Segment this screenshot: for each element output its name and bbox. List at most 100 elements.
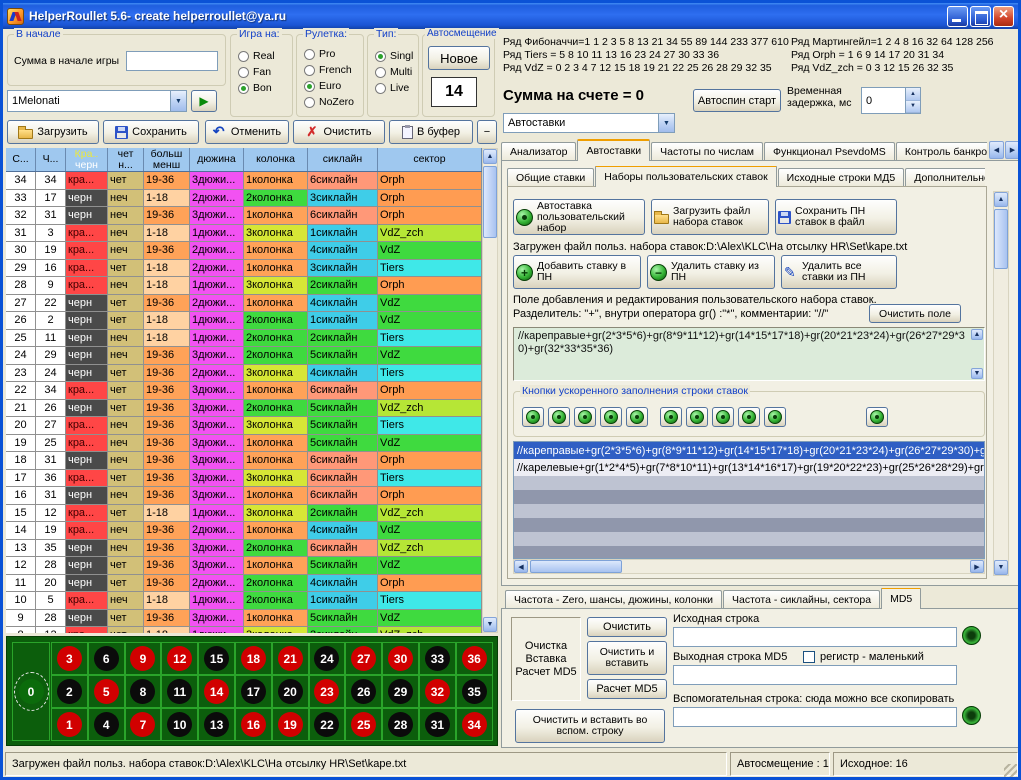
new-number-button[interactable]: Новое [428, 46, 490, 70]
history-row[interactable]: 3317черннеч1-182дюжи...2колонка3сиклайнO… [6, 190, 482, 208]
history-row[interactable]: 1335черннеч19-363дюжи...2колонка6сиклайн… [6, 540, 482, 558]
board-cell-18[interactable]: 18 [235, 642, 272, 675]
md5-aux-input[interactable] [673, 707, 957, 727]
autobet-user-set-button[interactable]: Автоставка пользовательский набор [513, 199, 645, 235]
history-row[interactable]: 1228чернчет19-363дюжи...1колонка5сиклайн… [6, 557, 482, 575]
board-cell-32[interactable]: 32 [419, 675, 456, 708]
table-scrollbar[interactable] [482, 148, 498, 633]
panel-scrollbar[interactable] [993, 191, 1009, 576]
board-cell-10[interactable]: 10 [161, 708, 198, 741]
history-row[interactable]: 105кра...неч1-181дюжи...2колонка1сиклайн… [6, 592, 482, 610]
history-row[interactable]: 928чернчет19-363дюжи...1колонка5сиклайнV… [6, 610, 482, 628]
history-row[interactable]: 1631черннеч19-363дюжи...1колонка6сиклайн… [6, 487, 482, 505]
field-scroll-down-icon[interactable] [971, 368, 983, 379]
board-cell-24[interactable]: 24 [309, 642, 346, 675]
combo-dropdown-icon[interactable] [170, 91, 186, 111]
autospin-start-button[interactable]: Автоспин старт [693, 89, 781, 112]
scroll-right-icon[interactable] [970, 560, 984, 573]
history-row[interactable]: 2429черннеч19-363дюжи...2колонка5сиклайн… [6, 347, 482, 365]
scroll-thumb[interactable] [483, 166, 497, 238]
history-row[interactable]: 3231черннеч19-363дюжи...1колонка6сиклайн… [6, 207, 482, 225]
field-scroll-up-icon[interactable] [971, 329, 983, 340]
board-cell-15[interactable]: 15 [198, 642, 235, 675]
main-tab-5[interactable]: Контроль банкролла [896, 142, 987, 161]
history-row[interactable]: 2511черннеч1-181дюжи...2колонка2сиклайнT… [6, 330, 482, 348]
board-cell-20[interactable]: 20 [272, 675, 309, 708]
board-cell-5[interactable]: 5 [88, 675, 125, 708]
scroll-left-icon[interactable] [514, 560, 528, 573]
md5-aux-go-button[interactable] [962, 706, 981, 725]
quick-fill-button-2[interactable] [548, 407, 570, 427]
board-cell-7[interactable]: 7 [125, 708, 162, 741]
history-row[interactable]: 313кра...неч1-181дюжи...3колонка1сиклайн… [6, 225, 482, 243]
board-cell-6[interactable]: 6 [88, 642, 125, 675]
main-tab-4[interactable]: Функционал PsevdoMS [764, 142, 895, 161]
board-cell-27[interactable]: 27 [345, 642, 382, 675]
play-button[interactable]: ▶ [191, 90, 217, 112]
md5-clear-paste-button[interactable]: Очистить и вставить [587, 641, 667, 675]
quick-fill-button-10[interactable] [764, 407, 786, 427]
spinner-down-icon[interactable]: ▼ [906, 101, 920, 114]
main-tab-2[interactable]: Автоставки [577, 139, 650, 161]
scroll-down-icon[interactable] [994, 560, 1008, 575]
board-cell-13[interactable]: 13 [198, 708, 235, 741]
title-bar[interactable]: HelperRoullet 5.6- create helperroullet@… [3, 3, 1018, 29]
scroll-up-icon[interactable] [483, 149, 497, 164]
board-cell-26[interactable]: 26 [345, 675, 382, 708]
history-row[interactable]: 1512кра...чет1-181дюжи...3колонка2сиклай… [6, 505, 482, 523]
radio-roulette-nozero[interactable]: NoZero [297, 94, 363, 110]
board-cell-12[interactable]: 12 [161, 642, 198, 675]
history-row[interactable]: 262чернчет1-181дюжи...2колонка1сиклайнVd… [6, 312, 482, 330]
delete-all-bets-button[interactable]: Удалить все ставки из ПН [781, 255, 897, 289]
preset-combo[interactable]: 1Melonati [7, 90, 187, 112]
md5-source-go-button[interactable] [962, 626, 981, 645]
clear-field-button[interactable]: Очистить поле [869, 304, 961, 323]
md5-calc-button[interactable]: Расчет MD5 [587, 679, 667, 699]
add-bet-button[interactable]: Добавить ставку в ПН [513, 255, 641, 289]
board-cell-34[interactable]: 34 [456, 708, 493, 741]
spinner-up-icon[interactable]: ▲ [906, 88, 920, 101]
quick-fill-button-4[interactable] [600, 407, 622, 427]
board-cell-21[interactable]: 21 [272, 642, 309, 675]
board-cell-36[interactable]: 36 [456, 642, 493, 675]
quick-fill-button-extra[interactable] [866, 407, 888, 427]
minimize-button[interactable] [947, 6, 968, 27]
md5-out-input[interactable] [673, 665, 957, 685]
radio-roulette-euro[interactable]: Euro [297, 78, 363, 94]
board-cell-14[interactable]: 14 [198, 675, 235, 708]
bet-sets-list[interactable]: //кареправые+gr(2*3*5*6)+gr(8*9*11*12)+g… [513, 441, 985, 559]
radio-roulette-pro[interactable]: Pro [297, 46, 363, 62]
radio-game-fan[interactable]: Fan [231, 64, 292, 80]
board-cell-1[interactable]: 1 [51, 708, 88, 741]
radio-game-real[interactable]: Real [231, 48, 292, 64]
history-row[interactable]: 2324чернчет19-362дюжи...3колонка4сиклайн… [6, 365, 482, 383]
board-cell-31[interactable]: 31 [419, 708, 456, 741]
md5-source-input[interactable] [673, 627, 957, 647]
undo-button[interactable]: Отменить [205, 120, 289, 144]
history-row[interactable]: 3434кра...чет19-363дюжи...1колонка6сикла… [6, 172, 482, 190]
delete-bet-button[interactable]: Удалить ставку из ПН [647, 255, 775, 289]
radio-type-live[interactable]: Live [368, 80, 418, 96]
quick-fill-button-5[interactable] [626, 407, 648, 427]
list-hscrollbar[interactable] [513, 559, 985, 574]
board-cell-8[interactable]: 8 [125, 675, 162, 708]
quick-fill-button-3[interactable] [574, 407, 596, 427]
board-cell-25[interactable]: 25 [345, 708, 382, 741]
register-checkbox[interactable] [803, 651, 815, 663]
sub-tab-1[interactable]: Общие ставки [507, 168, 594, 187]
board-cell-17[interactable]: 17 [235, 675, 272, 708]
board-cell-3[interactable]: 3 [51, 642, 88, 675]
close-button[interactable] [993, 6, 1014, 27]
history-row[interactable]: 2722чернчет19-362дюжи...1колонка4сиклайн… [6, 295, 482, 313]
board-cell-11[interactable]: 11 [161, 675, 198, 708]
history-row[interactable]: 1736кра...чет19-363дюжи...3колонка6сикла… [6, 470, 482, 488]
history-row[interactable]: 1419кра...неч19-362дюжи...1колонка4сикла… [6, 522, 482, 540]
resize-grip[interactable] [1004, 764, 1017, 777]
radio-game-bon[interactable]: Bon [231, 80, 292, 96]
tabs-scroll-right-icon[interactable] [1005, 141, 1020, 159]
scroll-down-icon[interactable] [483, 617, 497, 632]
history-row[interactable]: 3019кра...неч19-362дюжи...1колонка4сикла… [6, 242, 482, 260]
combo-dropdown-icon[interactable] [658, 114, 674, 132]
bet-edit-field[interactable]: //кареправые+gr(2*3*5*6)+gr(8*9*11*12)+g… [513, 327, 985, 381]
history-row[interactable]: 1925кра...неч19-363дюжи...1колонка5сикла… [6, 435, 482, 453]
